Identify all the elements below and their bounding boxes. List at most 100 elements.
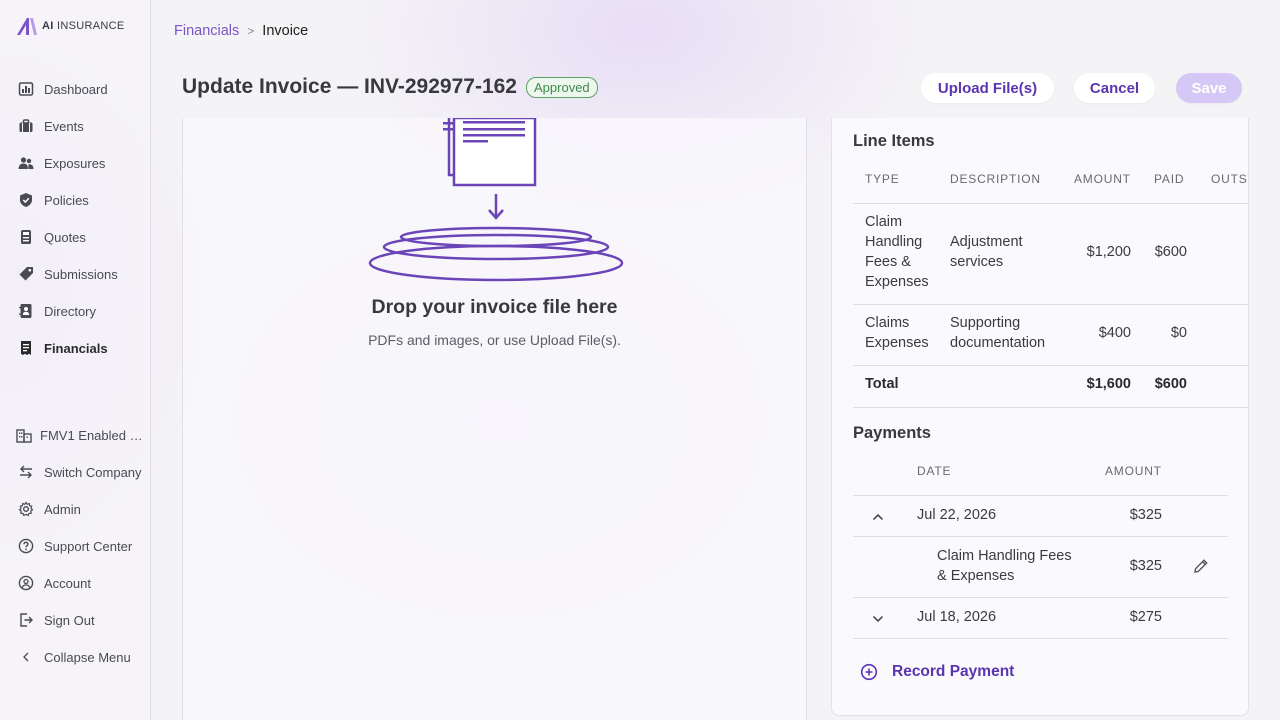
payment-date: Jul 22, 2026 bbox=[917, 507, 997, 523]
nav-dashboard[interactable]: Dashboard bbox=[18, 77, 108, 101]
nav-label: Sign Out bbox=[44, 612, 95, 628]
nav-label: Policies bbox=[44, 192, 89, 208]
divider bbox=[853, 597, 1228, 598]
column-header-date: DATE bbox=[917, 464, 952, 478]
calculator-icon bbox=[18, 229, 34, 245]
contact-book-icon bbox=[18, 303, 34, 319]
divider bbox=[853, 304, 1248, 305]
tag-icon bbox=[18, 266, 34, 282]
swap-icon bbox=[18, 464, 34, 480]
shield-icon bbox=[18, 192, 34, 208]
dropzone-subtitle: PDFs and images, or use Upload File(s). bbox=[368, 332, 621, 348]
nav-label: Exposures bbox=[44, 155, 106, 171]
breadcrumb-current: Invoice bbox=[262, 23, 309, 39]
column-header-payment-amount: AMOUNT bbox=[1105, 464, 1162, 478]
line-item-paid: $0 bbox=[1170, 325, 1187, 341]
divider bbox=[853, 495, 1228, 496]
logo-mark-icon bbox=[17, 18, 37, 35]
dropzone-title: Drop your invoice file here bbox=[371, 296, 618, 318]
nav-support-center[interactable]: Support Center bbox=[18, 534, 132, 558]
people-icon bbox=[18, 155, 34, 171]
divider bbox=[853, 536, 1228, 537]
divider bbox=[853, 638, 1228, 639]
divider bbox=[853, 407, 1248, 408]
divider bbox=[853, 365, 1248, 366]
payment-amount: $325 bbox=[1129, 507, 1162, 523]
plus-circle-icon bbox=[860, 663, 878, 681]
total-label: Total bbox=[865, 376, 899, 392]
nav-submissions[interactable]: Submissions bbox=[18, 262, 118, 286]
nav-label: Support Center bbox=[44, 538, 133, 554]
chart-icon bbox=[18, 81, 34, 97]
collapse-menu-button[interactable]: Collapse Menu bbox=[18, 645, 131, 669]
nav-financials[interactable]: Financials bbox=[18, 336, 108, 360]
pencil-icon[interactable] bbox=[1192, 557, 1210, 575]
chevron-down-icon[interactable] bbox=[871, 612, 885, 626]
breadcrumb: Financials > Invoice bbox=[174, 23, 308, 39]
invoice-dropzone[interactable]: Drop your invoice file here PDFs and ima… bbox=[182, 118, 807, 720]
chevron-up-icon[interactable] bbox=[871, 510, 885, 524]
line-item-description: Supporting documentation bbox=[950, 315, 1046, 351]
nav-label: Quotes bbox=[44, 229, 86, 245]
document-upload-illustration bbox=[368, 118, 624, 282]
nav-label: Financials bbox=[44, 340, 108, 356]
save-button[interactable]: Save bbox=[1176, 73, 1242, 103]
line-item-paid: $600 bbox=[1154, 244, 1187, 260]
cancel-button[interactable]: Cancel bbox=[1074, 73, 1155, 103]
column-header-type: TYPE bbox=[865, 172, 900, 186]
nav-events[interactable]: Events bbox=[18, 114, 84, 138]
invoice-details-panel: Line Items TYPE DESCRIPTION AMOUNT PAID … bbox=[831, 118, 1249, 716]
total-paid: $600 bbox=[1154, 376, 1187, 392]
brand-logo[interactable]: AI INSURANCE bbox=[16, 16, 124, 36]
nav-quotes[interactable]: Quotes bbox=[18, 225, 86, 249]
nav-directory[interactable]: Directory bbox=[18, 299, 96, 323]
line-item-type: Claim Handling Fees & Expenses bbox=[865, 214, 929, 290]
nav-label: Dashboard bbox=[44, 81, 108, 97]
record-payment-button[interactable]: Record Payment bbox=[860, 663, 1014, 681]
nav-label: Collapse Menu bbox=[44, 649, 131, 665]
line-items-title: Line Items bbox=[853, 132, 935, 150]
nav-switch-company[interactable]: Switch Company bbox=[18, 460, 142, 484]
divider bbox=[853, 203, 1248, 204]
help-icon bbox=[18, 538, 34, 554]
line-item-description: Adjustment services bbox=[950, 234, 1023, 270]
column-header-outstanding: OUTSTA bbox=[1211, 172, 1248, 186]
breadcrumb-separator: > bbox=[247, 24, 255, 38]
payment-amount: $275 bbox=[1129, 609, 1162, 625]
nav-account[interactable]: Account bbox=[18, 571, 91, 595]
logo-text: AI INSURANCE bbox=[42, 20, 125, 32]
upload-files-button[interactable]: Upload File(s) bbox=[921, 73, 1054, 103]
nav-label: Admin bbox=[44, 501, 81, 517]
nav-sign-out[interactable]: Sign Out bbox=[18, 608, 95, 632]
nav-label: Account bbox=[44, 575, 91, 591]
receipt-icon bbox=[18, 340, 34, 356]
gear-icon bbox=[18, 501, 34, 517]
chevron-left-icon bbox=[18, 649, 34, 665]
panel-scrollbar[interactable] bbox=[1248, 372, 1249, 700]
nav-exposures[interactable]: Exposures bbox=[18, 151, 105, 175]
payment-allocation-type: Claim Handling Fees & Expenses bbox=[937, 548, 1072, 584]
nav-label: Submissions bbox=[44, 266, 118, 282]
nav-admin[interactable]: Admin bbox=[18, 497, 81, 521]
nav-label: FMV1 Enabled Company bbox=[40, 427, 148, 443]
line-item-type: Claims Expenses bbox=[865, 315, 929, 351]
nav-policies[interactable]: Policies bbox=[18, 188, 89, 212]
column-header-amount: AMOUNT bbox=[1074, 172, 1131, 186]
column-header-paid: PAID bbox=[1154, 172, 1185, 186]
payment-allocation-amount: $325 bbox=[1129, 558, 1162, 574]
breadcrumb-financials-link[interactable]: Financials bbox=[174, 23, 239, 39]
record-payment-label: Record Payment bbox=[892, 663, 1015, 680]
page-title: Update Invoice — INV-292977-162 bbox=[182, 75, 517, 98]
briefcase-icon bbox=[18, 118, 34, 134]
sidebar: AI INSURANCE Dashboard Events Exposures … bbox=[0, 0, 151, 720]
total-amount: $1,600 bbox=[1086, 376, 1131, 392]
payment-date: Jul 18, 2026 bbox=[917, 609, 997, 625]
page-header: Update Invoice — INV-292977-162 Approved bbox=[182, 75, 598, 99]
user-circle-icon bbox=[18, 575, 34, 591]
building-icon bbox=[16, 427, 32, 443]
sign-out-icon bbox=[18, 612, 34, 628]
nav-company[interactable]: FMV1 Enabled Company bbox=[16, 423, 148, 447]
nav-label: Switch Company bbox=[44, 464, 142, 480]
line-item-amount: $400 bbox=[1098, 325, 1131, 341]
line-item-amount: $1,200 bbox=[1086, 244, 1131, 260]
